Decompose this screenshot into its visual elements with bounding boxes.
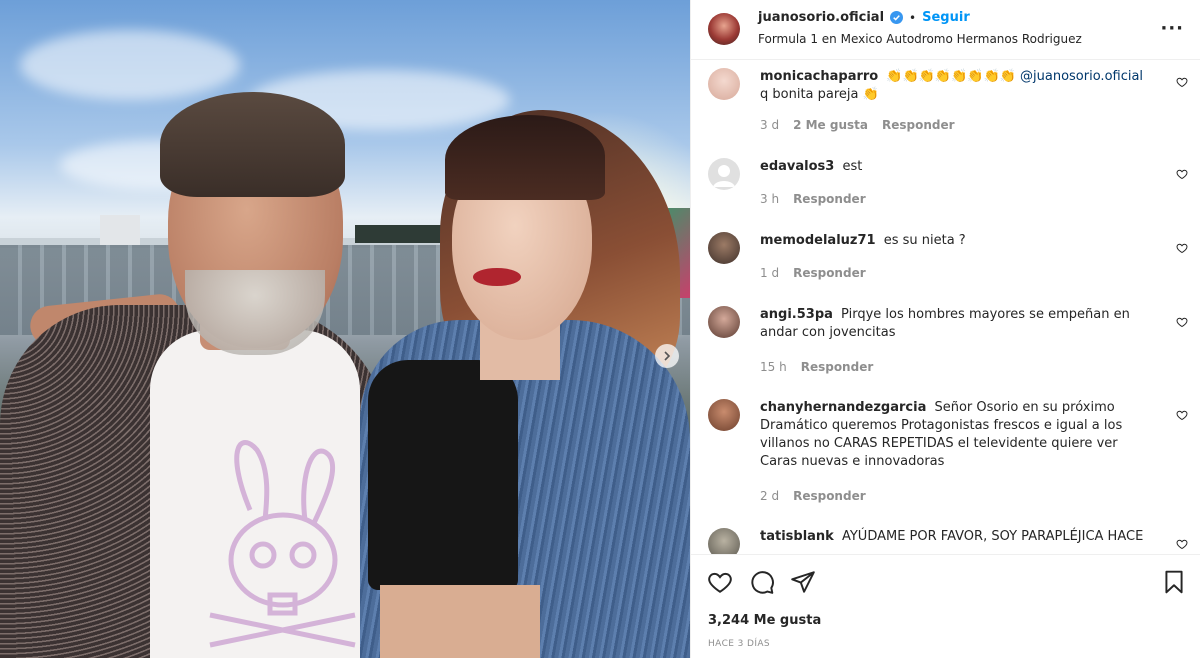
comment-mention[interactable]: @juanosorio.oficial <box>1020 69 1143 84</box>
reply-button[interactable]: Responder <box>793 266 866 280</box>
commenter-avatar[interactable] <box>708 528 740 554</box>
verified-badge-icon <box>890 11 904 24</box>
chevron-right-icon <box>664 351 671 361</box>
commenter-avatar[interactable] <box>708 232 740 264</box>
comment-item: monicachaparro 👏👏👏👏👏👏👏👏 @juanosorio.ofic… <box>708 68 1188 148</box>
author-username[interactable]: juanosorio.oficial <box>758 10 884 25</box>
comment-item: chanyhernandezgarcia Señor Osorio en su … <box>708 399 1188 509</box>
comment-text: chanyhernandezgarcia Señor Osorio en su … <box>760 399 1155 471</box>
reply-button[interactable]: Responder <box>801 360 874 374</box>
comment-like-heart-icon[interactable] <box>1176 538 1188 550</box>
commenter-avatar[interactable] <box>708 306 740 338</box>
comment-item: edavalos3 est 3 h Responder <box>708 158 1188 218</box>
post-side-panel: juanosorio.oficial • Seguir Formula 1 en… <box>690 0 1200 658</box>
comment-time: 2 d <box>760 489 780 503</box>
comment-like-heart-icon[interactable] <box>1176 76 1188 88</box>
likes-count[interactable]: 3,244 Me gusta <box>708 613 821 628</box>
comment-like-heart-icon[interactable] <box>1176 168 1188 180</box>
commenter-avatar[interactable] <box>708 399 740 431</box>
comment-like-heart-icon[interactable] <box>1176 316 1188 328</box>
post-location[interactable]: Formula 1 en Mexico Autodromo Hermanos R… <box>758 32 1082 46</box>
comment-meta: 2 d Responder <box>760 489 866 503</box>
comment-item: angi.53pa Pirqye los hombres mayores se … <box>708 306 1188 386</box>
commenter-avatar[interactable] <box>708 158 740 190</box>
comment-text: memodelaluz71 es su nieta ? <box>760 232 1155 250</box>
comment-meta: 3 h Responder <box>760 192 866 206</box>
follow-button[interactable]: Seguir <box>922 10 970 25</box>
post-photo[interactable] <box>0 0 690 658</box>
post-actions: 3,244 Me gusta HACE 3 DÍAS <box>691 554 1200 658</box>
comment-text: tatisblank AYÚDAME POR FAVOR, SOY PARAPL… <box>760 528 1155 546</box>
comments-list[interactable]: monicachaparro 👏👏👏👏👏👏👏👏 @juanosorio.ofic… <box>691 60 1200 554</box>
comment-meta: 3 d 2 Me gusta Responder <box>760 118 955 132</box>
comment-item: memodelaluz71 es su nieta ? 1 d Responde… <box>708 232 1188 292</box>
comment-bubble-icon[interactable] <box>749 569 775 595</box>
comment-body: AYÚDAME POR FAVOR, SOY PARAPLÉJICA HACE <box>841 529 1144 544</box>
comment-likes[interactable]: 2 Me gusta <box>793 118 868 132</box>
commenter-username[interactable]: angi.53pa <box>760 307 833 322</box>
photo-tower <box>100 215 140 245</box>
commenter-username[interactable]: edavalos3 <box>760 159 834 174</box>
photo-woman-bangs <box>445 115 605 200</box>
comment-body: q bonita pareja 👏 <box>760 87 879 102</box>
comment-text: monicachaparro 👏👏👏👏👏👏👏👏 @juanosorio.ofic… <box>760 68 1155 104</box>
commenter-username[interactable]: chanyhernandezgarcia <box>760 400 926 415</box>
more-options-icon[interactable]: ··· <box>1160 18 1184 39</box>
comment-meta: 1 d Responder <box>760 266 866 280</box>
comment-item: tatisblank AYÚDAME POR FAVOR, SOY PARAPL… <box>708 528 1188 554</box>
carousel-next-button[interactable] <box>655 344 679 368</box>
photo-woman-midriff <box>380 585 540 658</box>
photo-man-hair <box>160 92 345 197</box>
separator-dot: • <box>909 10 917 25</box>
photo-woman-top <box>368 360 518 590</box>
commenter-username[interactable]: memodelaluz71 <box>760 233 876 248</box>
comment-meta: 15 h Responder <box>760 360 873 374</box>
like-heart-icon[interactable] <box>707 569 733 595</box>
photo-cloud <box>20 30 240 100</box>
save-bookmark-icon[interactable] <box>1161 569 1187 595</box>
default-avatar-icon <box>713 165 735 187</box>
reply-button[interactable]: Responder <box>882 118 955 132</box>
photo-woman-lips <box>473 268 521 286</box>
comment-time: 15 h <box>760 360 787 374</box>
comment-text: angi.53pa Pirqye los hombres mayores se … <box>760 306 1155 342</box>
commenter-avatar[interactable] <box>708 68 740 100</box>
comment-body: est <box>842 159 863 174</box>
post-date: HACE 3 DÍAS <box>708 639 771 649</box>
reply-button[interactable]: Responder <box>793 192 866 206</box>
comment-time: 1 d <box>760 266 780 280</box>
photo-bunny-graphic <box>209 440 356 648</box>
comment-text: edavalos3 est <box>760 158 1155 176</box>
comment-time: 3 d <box>760 118 780 132</box>
comment-body: es su nieta ? <box>883 233 966 248</box>
commenter-username[interactable]: monicachaparro <box>760 69 878 84</box>
comment-emoji: 👏👏👏👏👏👏👏👏 <box>886 69 1016 84</box>
comment-time: 3 h <box>760 192 780 206</box>
post-header: juanosorio.oficial • Seguir Formula 1 en… <box>691 0 1200 60</box>
share-paper-plane-icon[interactable] <box>790 569 816 595</box>
comment-like-heart-icon[interactable] <box>1176 242 1188 254</box>
author-avatar[interactable] <box>708 13 740 45</box>
commenter-username[interactable]: tatisblank <box>760 529 834 544</box>
author-row: juanosorio.oficial • Seguir <box>758 10 970 25</box>
reply-button[interactable]: Responder <box>793 489 866 503</box>
comment-like-heart-icon[interactable] <box>1176 409 1188 421</box>
